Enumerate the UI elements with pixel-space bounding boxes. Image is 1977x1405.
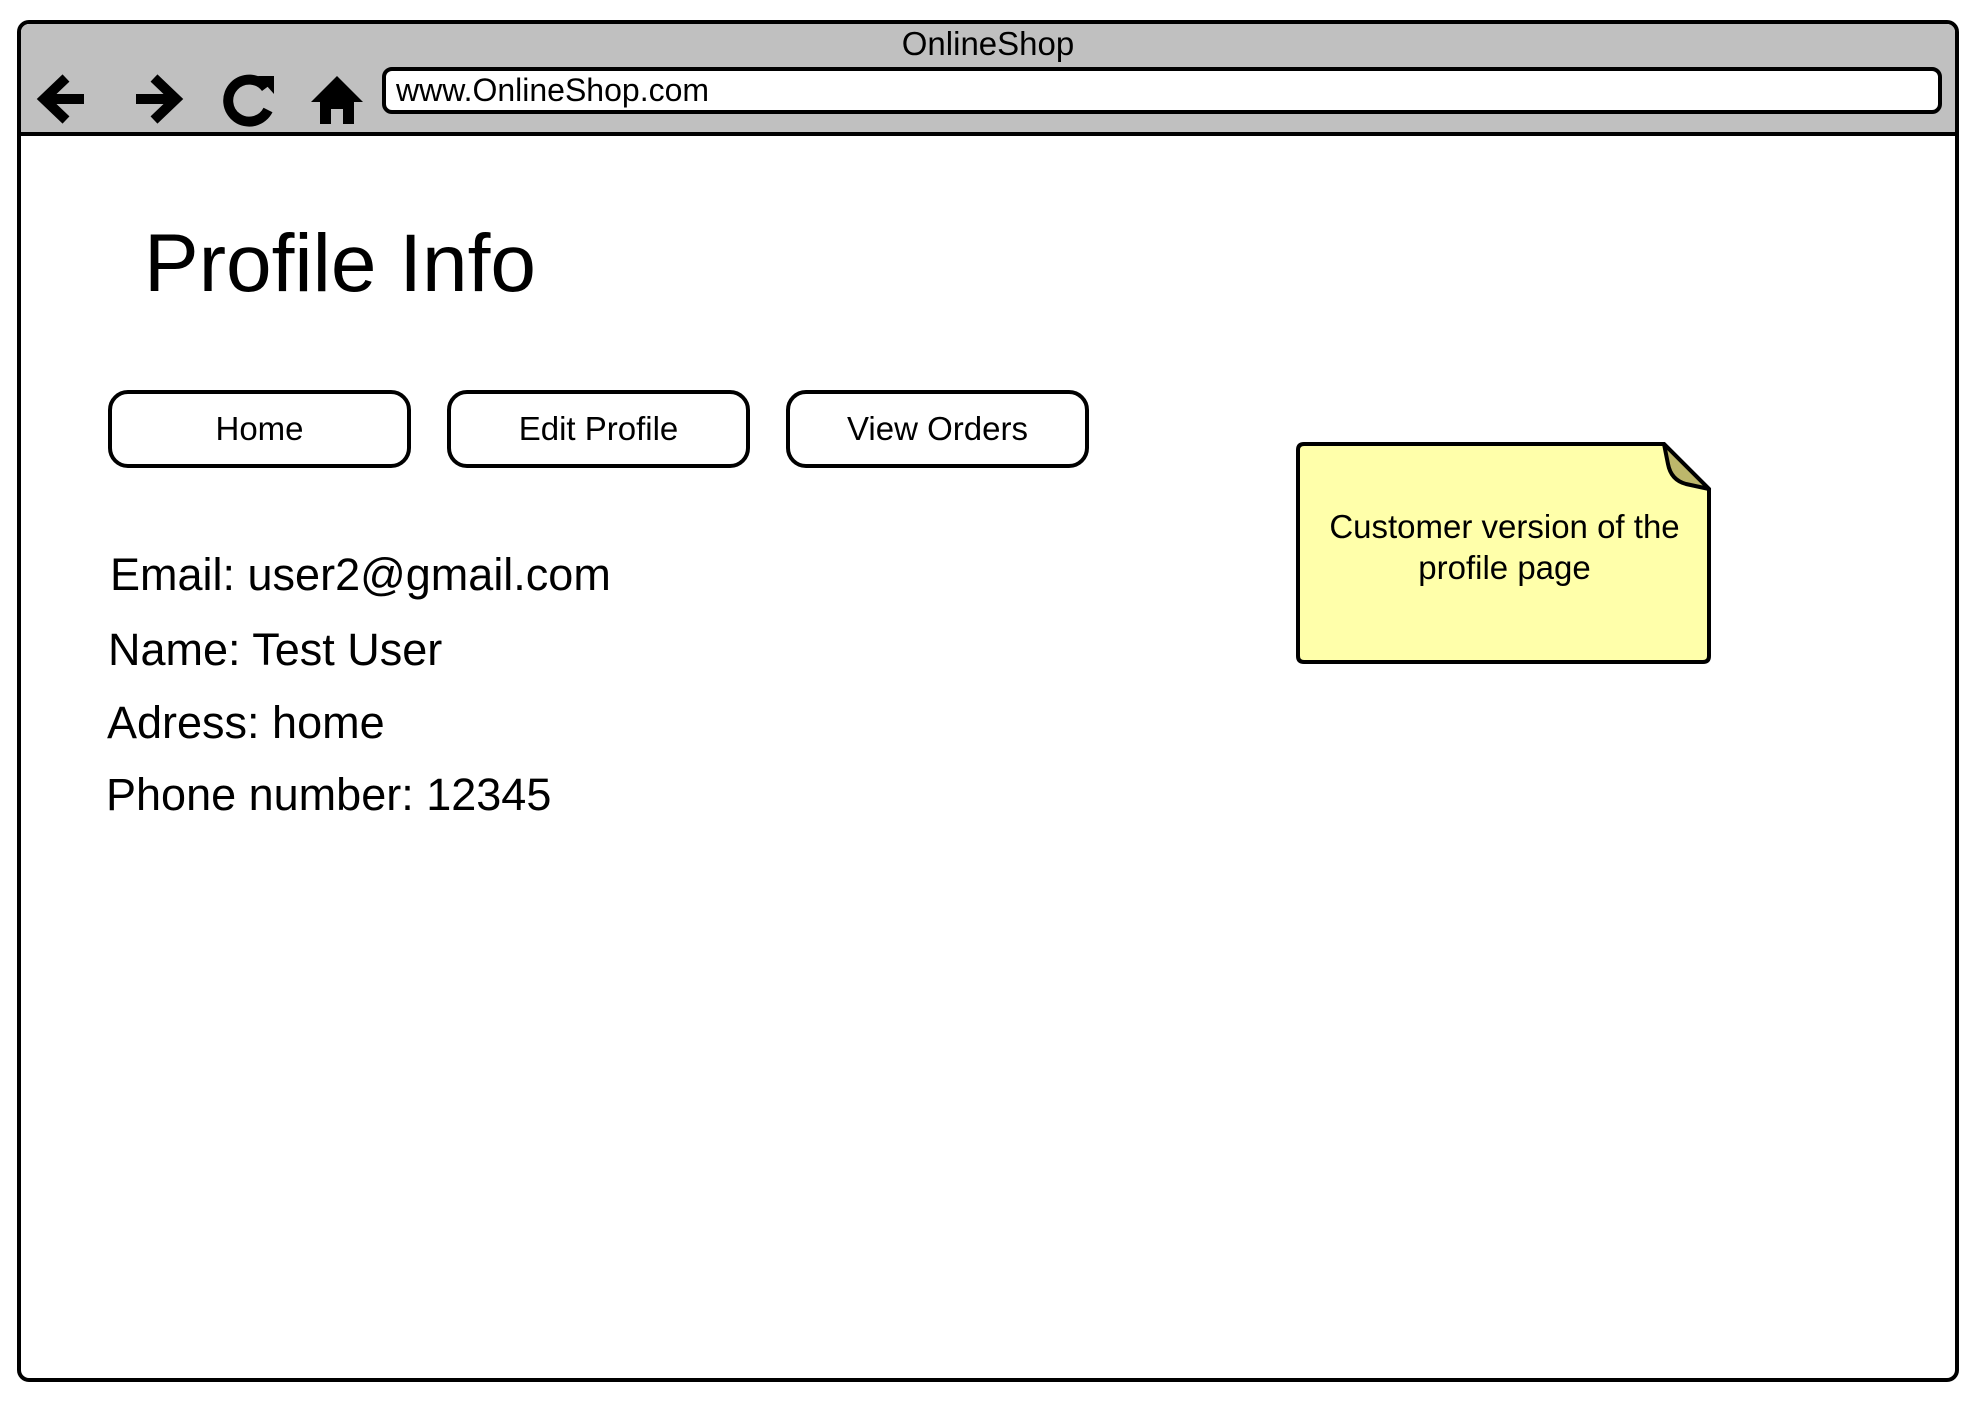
back-arrow-icon[interactable] xyxy=(26,64,96,134)
note-text: Customer version of the profile page xyxy=(1310,506,1699,588)
address-text: Adress: home xyxy=(107,697,385,748)
sticky-note: Customer version of the profile page xyxy=(1296,442,1713,664)
phone-text: Phone number: 12345 xyxy=(106,769,552,820)
forward-arrow-icon[interactable] xyxy=(124,64,194,134)
home-icon[interactable] xyxy=(302,64,372,134)
home-button[interactable]: Home xyxy=(108,390,411,468)
note-line-2: profile page xyxy=(1418,549,1591,586)
page-title: Profile Info xyxy=(144,218,536,309)
window-title: OnlineShop xyxy=(901,25,1075,62)
edit-profile-button[interactable]: Edit Profile xyxy=(447,390,750,468)
browser-toolbar: OnlineShop www.OnlineShop.com xyxy=(21,24,1955,136)
name-text: Name: Test User xyxy=(108,624,443,675)
reload-icon[interactable] xyxy=(214,64,284,134)
url-input[interactable]: www.OnlineShop.com xyxy=(382,67,1942,114)
email-text: Email: user2@gmail.com xyxy=(110,549,611,600)
browser-window: OnlineShop www.OnlineShop.com Profile In… xyxy=(17,20,1959,1382)
note-line-1: Customer version of the xyxy=(1329,508,1680,545)
view-orders-button[interactable]: View Orders xyxy=(786,390,1089,468)
